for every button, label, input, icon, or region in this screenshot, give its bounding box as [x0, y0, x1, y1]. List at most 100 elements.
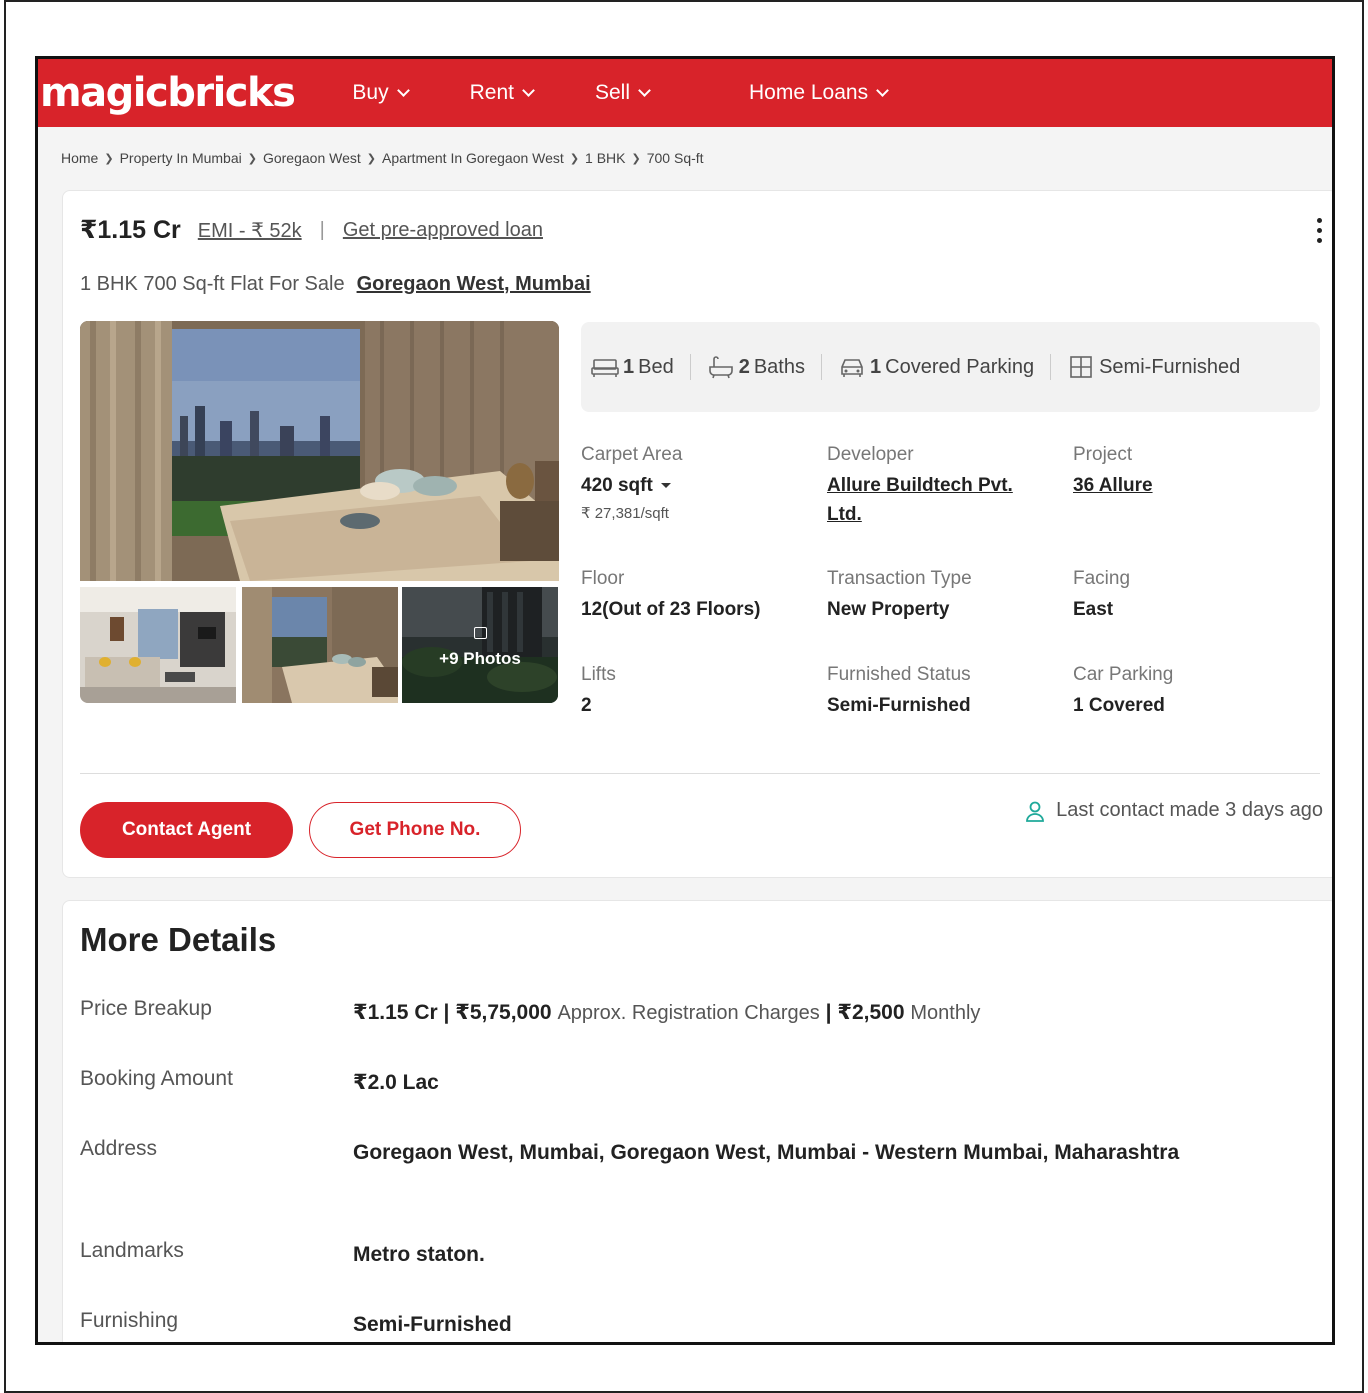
nav-buy-label: Buy: [352, 81, 389, 104]
furnishing-label: Semi-Furnished: [1099, 355, 1241, 378]
chevron-down-icon: [876, 84, 889, 97]
price-row: ₹1.15 Cr EMI - ₹ 52k | Get pre-approved …: [80, 215, 543, 245]
get-phone-button[interactable]: Get Phone No.: [309, 802, 521, 858]
transaction-type-label: Transaction Type: [827, 568, 972, 589]
nav-home-loans-label: Home Loans: [749, 81, 869, 104]
nav-rent-label: Rent: [469, 81, 514, 104]
nav-sell[interactable]: Sell: [594, 81, 651, 105]
breadcrumb-apartment[interactable]: Apartment In Goregaon West: [382, 150, 564, 166]
price-breakup-sep: |: [825, 1001, 832, 1024]
price-breakup-price: ₹1.15 Cr: [353, 1001, 438, 1024]
project-link[interactable]: 36 Allure: [1073, 471, 1153, 500]
parking-count: 1: [870, 355, 882, 378]
address-label: Address: [80, 1137, 158, 1160]
main-photo-bedroom[interactable]: [80, 321, 559, 581]
carpet-area-text: 420 sqft: [581, 475, 653, 496]
listing-card: ₹1.15 Cr EMI - ₹ 52k | Get pre-approved …: [62, 190, 1332, 878]
summary-divider: [1050, 354, 1052, 380]
price-separator: |: [319, 218, 325, 241]
bath-label: Baths: [753, 355, 805, 378]
browser-frame: magicbricks Buy Rent Sell Home Loans Hom…: [35, 56, 1335, 1345]
image-gallery-icon: [473, 627, 487, 639]
price-breakup-monthly: ₹2,500: [837, 1001, 905, 1024]
listing-title: 1 BHK 700 Sq-ft Flat For Sale: [80, 273, 345, 295]
more-options-icon[interactable]: [1317, 218, 1323, 248]
developer-link[interactable]: Allure Buildtech Pvt. Ltd.: [827, 471, 1052, 529]
breadcrumb-1bhk[interactable]: 1 BHK: [585, 150, 625, 166]
summary-baths: 2 Baths: [707, 355, 805, 379]
bathtub-icon: [708, 356, 733, 379]
chevron-down-icon: [522, 84, 535, 97]
top-navbar: magicbricks Buy Rent Sell Home Loans: [38, 59, 1332, 127]
summary-parking: 1 Covered Parking: [838, 355, 1034, 379]
price-breakup-value: ₹1.15 Cr | ₹5,75,000 Approx. Registratio…: [353, 997, 980, 1029]
pre-approved-loan-link[interactable]: Get pre-approved loan: [343, 219, 543, 242]
lifts-label: Lifts: [581, 664, 616, 685]
address-value: Goregaon West, Mumbai, Goregaon West, Mu…: [353, 1141, 1180, 1164]
parking-label: Covered Parking: [885, 355, 1035, 378]
facing-value: East: [1073, 599, 1114, 620]
carpet-area-value: 420 sqft: [581, 475, 671, 497]
unit-dropdown-icon[interactable]: [660, 483, 671, 489]
chevron-right-icon: ❯: [247, 152, 257, 165]
breadcrumb: Home ❯ Property In Mumbai ❯ Goregaon West ❯…: [61, 150, 704, 166]
furnishing-label: Furnishing: [80, 1309, 179, 1332]
chevron-right-icon: ❯: [569, 152, 580, 165]
breadcrumb-home[interactable]: Home: [61, 150, 98, 166]
developer-label: Developer: [827, 444, 914, 465]
car-parking-label: Car Parking: [1073, 664, 1174, 685]
car-parking-value: 1 Covered: [1073, 695, 1165, 716]
thumbnail-bedroom[interactable]: [242, 587, 398, 703]
emi-link[interactable]: EMI - ₹ 52k: [198, 218, 302, 243]
breadcrumb-property-mumbai[interactable]: Property In Mumbai: [120, 150, 242, 166]
last-contact-info: Last contact made 3 days ago: [1024, 799, 1323, 822]
more-details-section: More Details Price Breakup ₹1.15 Cr | ₹5…: [62, 900, 1332, 1342]
thumbnail-more-photos[interactable]: +9 Photos: [402, 587, 558, 703]
more-details-title: More Details: [80, 921, 277, 958]
price-breakup-registration-label: Approx. Registration Charges: [557, 1002, 820, 1024]
more-photos-label: +9 Photos: [439, 649, 521, 668]
breadcrumb-goregaon-west[interactable]: Goregaon West: [263, 150, 361, 166]
price-breakup-monthly-label: Monthly: [910, 1002, 981, 1024]
thumbnail-living-room[interactable]: [80, 587, 236, 703]
furnishing-icon: [1070, 356, 1092, 378]
transaction-type-value: New Property: [827, 599, 950, 620]
living-room-image: [80, 587, 236, 703]
nav-sell-label: Sell: [594, 81, 630, 104]
nav-buy[interactable]: Buy: [352, 81, 410, 105]
lifts-value: 2: [581, 695, 592, 716]
price-breakup-registration: ₹5,75,000: [455, 1001, 552, 1024]
main-nav: Buy Rent Sell Home Loans: [352, 81, 949, 105]
chevron-down-icon: [396, 84, 410, 97]
car-icon: [841, 359, 863, 377]
bed-label: Bed: [638, 355, 674, 378]
breadcrumb-700-sqft: 700 Sq-ft: [646, 150, 704, 166]
chevron-right-icon: ❯: [631, 152, 641, 165]
landmarks-label: Landmarks: [80, 1239, 184, 1262]
contact-agent-button[interactable]: Contact Agent: [80, 802, 293, 858]
chevron-down-icon: [638, 84, 651, 97]
bed-count: 1: [623, 355, 635, 378]
listing-price: ₹1.15 Cr: [80, 216, 181, 244]
listing-location-link[interactable]: Goregaon West, Mumbai: [357, 273, 591, 296]
bedroom-image: [80, 321, 559, 581]
summary-divider: [821, 354, 822, 380]
bed-icon: [591, 359, 619, 377]
nav-rent[interactable]: Rent: [469, 81, 535, 105]
property-summary-strip: 1 Bed 2 Baths 1 Covered Parking Semi-Furnis…: [581, 322, 1320, 412]
booking-amount-label: Booking Amount: [80, 1067, 233, 1090]
nav-home-loans[interactable]: Home Loans: [749, 81, 889, 105]
landmarks-value: Metro staton.: [353, 1243, 485, 1266]
price-per-sqft: ₹ 27,381/sqft: [581, 505, 669, 522]
price-breakup-sep: |: [443, 1001, 450, 1024]
floor-value: 12(Out of 23 Floors): [581, 599, 761, 620]
booking-amount-value: ₹2.0 Lac: [353, 1071, 439, 1094]
furnished-status-value: Semi-Furnished: [827, 695, 971, 716]
magicbricks-logo[interactable]: magicbricks: [40, 70, 296, 116]
chevron-right-icon: ❯: [366, 152, 376, 165]
furnishing-value: Semi-Furnished: [353, 1313, 512, 1336]
price-breakup-label: Price Breakup: [80, 997, 212, 1020]
user-icon: [1026, 801, 1045, 822]
listing-title-row: 1 BHK 700 Sq-ft Flat For Sale Goregaon W…: [80, 273, 591, 296]
furnished-status-label: Furnished Status: [827, 664, 971, 685]
